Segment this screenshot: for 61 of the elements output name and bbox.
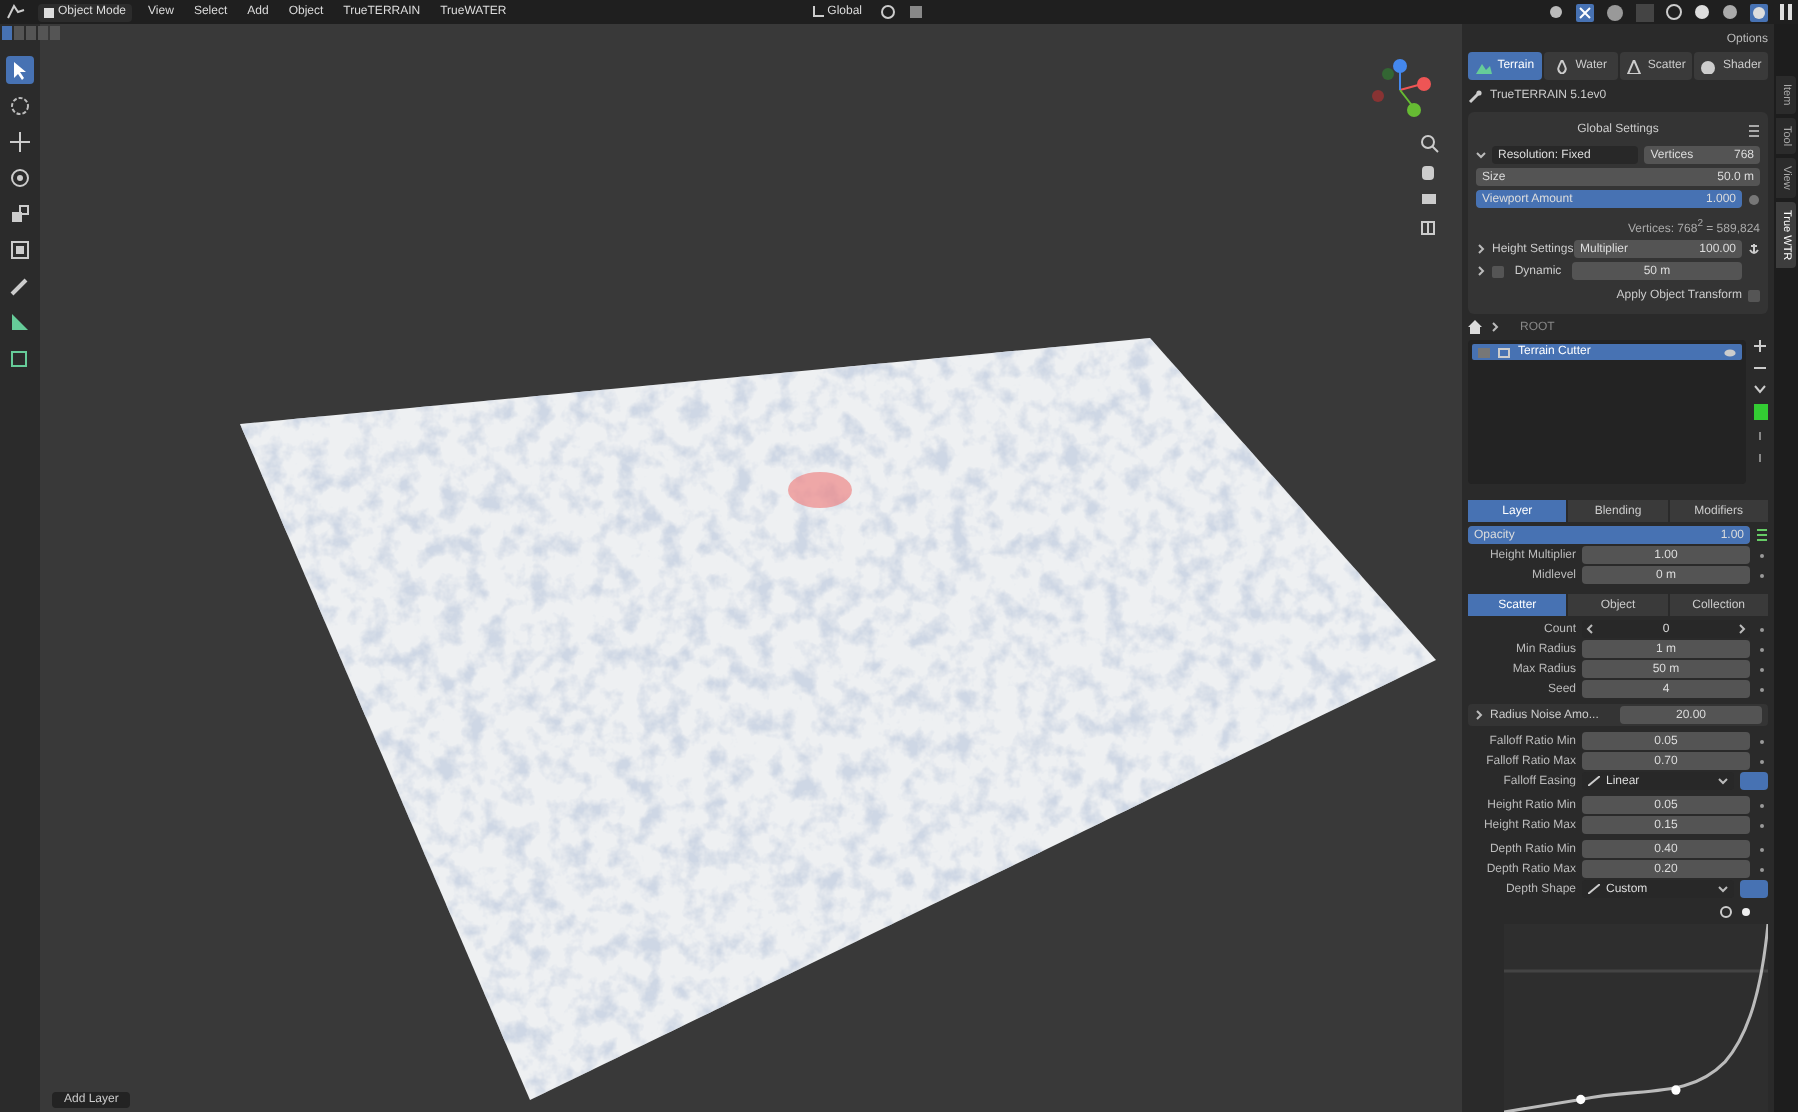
curve-icon	[1588, 776, 1600, 786]
wrench-icon	[1468, 89, 1482, 103]
dashed-circle-icon	[8, 94, 32, 118]
chevron-right-icon[interactable]	[1476, 244, 1486, 254]
axis-gizmo-drawing[interactable]	[1372, 59, 1431, 117]
tool-button[interactable]	[6, 308, 34, 336]
triangle-icon	[1625, 59, 1642, 73]
remove-icon[interactable]	[1754, 362, 1766, 374]
hand-icon[interactable]	[1422, 166, 1434, 180]
tool-button[interactable]	[6, 164, 34, 192]
increment-icon[interactable]	[1738, 624, 1746, 634]
color-swatch[interactable]	[1740, 880, 1768, 898]
home-icon[interactable]	[1468, 320, 1482, 334]
axes-icon	[811, 6, 824, 18]
dot-icon[interactable]	[1740, 906, 1752, 918]
layer-icon	[1478, 347, 1490, 357]
list-icon[interactable]	[1748, 123, 1760, 137]
zoom-icon[interactable]	[1720, 906, 1732, 918]
eye-icon[interactable]	[1724, 347, 1736, 357]
pin-icon[interactable]	[1748, 193, 1760, 205]
pause-icon[interactable]	[1780, 4, 1792, 20]
square-icon[interactable]	[1753, 404, 1767, 420]
cube-icon	[8, 346, 32, 370]
grid-icon[interactable]	[1421, 221, 1435, 235]
zoom-icon[interactable]	[1421, 135, 1439, 153]
add-icon[interactable]	[1754, 340, 1766, 352]
curve-icon	[1588, 884, 1600, 894]
rotate-icon	[8, 166, 32, 190]
decrement-icon[interactable]	[1586, 624, 1594, 634]
list-icon[interactable]	[1756, 528, 1768, 542]
wireframe-shading-icon[interactable]	[1666, 4, 1682, 20]
droplet-icon	[1553, 59, 1570, 73]
chevron-down-icon[interactable]	[1476, 150, 1486, 160]
gizmo-toggle-icon[interactable]	[1576, 3, 1594, 21]
checkbox[interactable]	[1748, 290, 1760, 302]
tool-button[interactable]	[6, 200, 34, 228]
chevron-down-icon	[1718, 884, 1728, 894]
grid-icon	[1498, 347, 1510, 357]
ruler-icon	[8, 310, 32, 334]
chevron-down-icon[interactable]	[1754, 384, 1766, 394]
transform-icon	[8, 238, 32, 262]
mountain-icon	[1475, 59, 1492, 73]
tool-button[interactable]	[6, 236, 34, 264]
anchor-icon[interactable]	[1748, 242, 1760, 256]
move-icon	[8, 130, 32, 154]
chevron-right-icon[interactable]	[1474, 710, 1484, 720]
rendered-shading-icon[interactable]	[1750, 3, 1768, 21]
pencil-icon	[8, 274, 32, 298]
tool-button[interactable]	[6, 128, 34, 156]
tool-button[interactable]	[6, 92, 34, 120]
chevron-right-icon[interactable]	[1476, 266, 1486, 276]
tool-button[interactable]	[6, 56, 34, 84]
scale-icon	[8, 202, 32, 226]
editor-type-icon[interactable]	[6, 4, 26, 20]
chevron-down-icon	[1718, 776, 1728, 786]
checkbox[interactable]	[1492, 265, 1504, 277]
solid-shading-icon[interactable]	[1694, 4, 1710, 20]
cube-icon	[44, 7, 54, 17]
curve-graph-drawing[interactable]	[1504, 924, 1768, 1112]
chevron-right-icon[interactable]	[1490, 322, 1500, 332]
color-swatch[interactable]	[1740, 772, 1768, 790]
